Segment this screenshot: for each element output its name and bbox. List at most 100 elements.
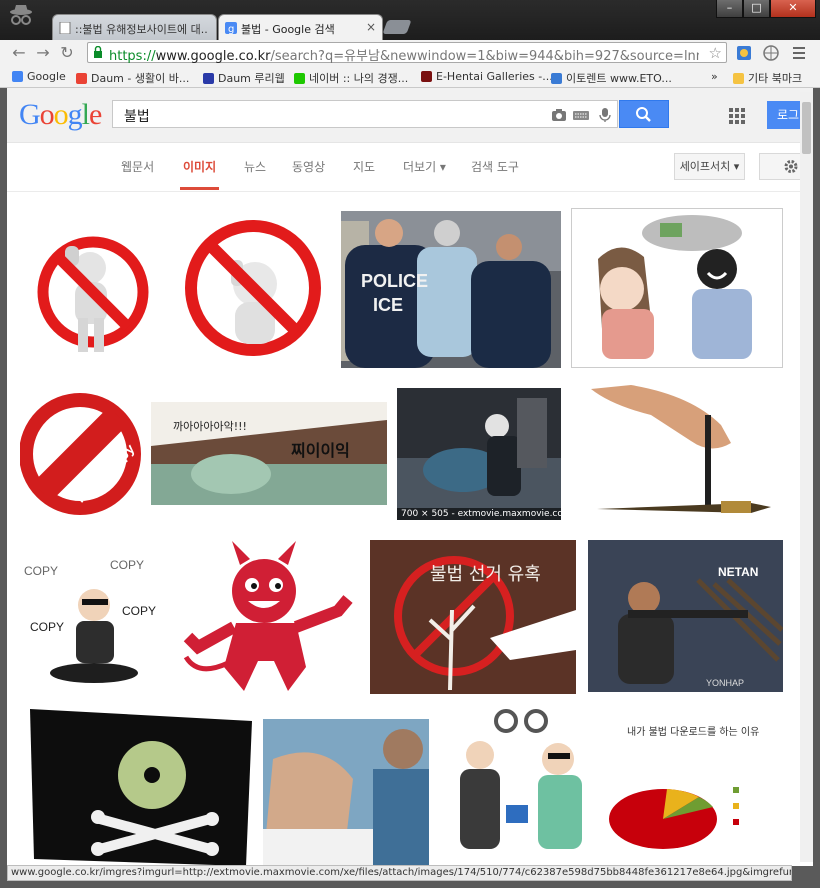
minimize-button[interactable]: – — [716, 0, 743, 18]
folder-icon — [733, 72, 744, 84]
camera-icon[interactable] — [551, 108, 567, 122]
image-result-illegal-copy[interactable]: illegal copy — [20, 388, 141, 520]
image-result-cartoon-woman[interactable] — [571, 208, 783, 368]
reload-icon[interactable]: ↻ — [58, 44, 76, 62]
lock-icon — [94, 46, 102, 58]
tab-1[interactable]: ::불법 유해정보사이트에 대.. — [52, 14, 217, 40]
knife-pen-image — [591, 385, 771, 513]
bookmark-etorrent[interactable]: 이토렌트 www.ETO... — [551, 70, 672, 86]
microphone-icon[interactable] — [597, 108, 613, 122]
bookmarks-bar: Google Daum - 생활이 바... Daum 루리웹 네이버 :: 나… — [0, 66, 820, 88]
bookmark-google[interactable]: Google — [12, 70, 66, 83]
ruliweb-bookmark-icon — [203, 72, 214, 84]
tab-search-tools[interactable]: 검색 도구 — [471, 158, 519, 175]
logo-letter: o — [39, 98, 55, 131]
ice-label: ICE — [373, 295, 403, 315]
tab-videos[interactable]: 동영상 — [292, 158, 325, 175]
url-scheme: https:// — [109, 49, 156, 64]
no-bribery-tree-image: 불법 선거 유혹 — [370, 540, 576, 694]
tab-2[interactable]: g 불법 - Google 검색 × — [218, 14, 383, 40]
police-arrest-photo: POLICE ICE — [341, 211, 561, 368]
close-tab-icon[interactable]: × — [366, 20, 376, 34]
netan-label: NETAN — [718, 565, 758, 579]
tab-1-label: ::불법 유해정보사이트에 대.. — [75, 23, 208, 36]
search-icon — [636, 107, 651, 122]
image-result-devil[interactable] — [178, 537, 357, 698]
new-tab-button[interactable] — [382, 20, 412, 34]
bookmark-naver[interactable]: 네이버 :: 나의 경쟁... — [294, 70, 408, 86]
scrollbar-thumb[interactable] — [802, 102, 811, 154]
bookmark-ruliweb[interactable]: Daum 루리웹 — [203, 70, 285, 86]
address-bar[interactable]: https://www.google.co.kr/search?q=유부남&ne… — [87, 42, 727, 64]
apps-grid-icon[interactable] — [729, 108, 745, 124]
daum-bookmark-icon — [76, 72, 87, 84]
gear-icon — [784, 160, 798, 173]
tab-web[interactable]: 웹문서 — [121, 158, 154, 175]
image-result-handcuffs[interactable] — [440, 709, 597, 866]
image-result-election-tree[interactable]: 불법 선거 유혹 — [370, 540, 576, 694]
url-path: /search?q=유부남&newwindow=1&biw=944&bih=92… — [270, 49, 699, 64]
red-devil-image — [183, 541, 353, 691]
google-logo[interactable]: Google — [19, 98, 102, 132]
tab-images[interactable]: 이미지 — [183, 158, 216, 175]
image-result-copy-cartoon[interactable]: COPY COPY COPY COPY — [20, 535, 168, 694]
active-tab-underline — [180, 187, 219, 190]
safesearch-button[interactable]: 세이프서치 ▾ — [674, 153, 745, 180]
settings-button[interactable] — [759, 153, 805, 180]
image-result-no-sign-figure-1[interactable] — [20, 208, 166, 373]
cartoon-money-image — [598, 215, 752, 359]
logo-letter: o — [53, 98, 69, 131]
back-icon[interactable]: ← — [10, 44, 28, 62]
image-result-knife-pen[interactable] — [571, 385, 783, 523]
tree-label: 불법 선거 유혹 — [430, 564, 541, 585]
search-input[interactable]: 불법 — [112, 100, 618, 128]
image-result-police-ice[interactable]: POLICE ICE — [341, 211, 561, 368]
forward-icon[interactable]: → — [34, 44, 52, 62]
copy-label: COPY — [110, 558, 144, 572]
menu-icon[interactable] — [790, 44, 808, 62]
bookmark-ehentai[interactable]: E-Hentai Galleries -... — [421, 70, 553, 83]
logo-letter: l — [81, 98, 90, 131]
image-result-download-chart[interactable]: 내가 불법 다운로드를 하는 이유 — [607, 717, 783, 866]
logo-letter: e — [89, 98, 102, 131]
url-text: https://www.google.co.kr/search?q=유부남&ne… — [109, 45, 699, 64]
prohibition-figure-image — [185, 220, 321, 356]
google-favicon-icon: g — [225, 22, 237, 34]
extension-icon[interactable] — [735, 44, 753, 62]
bookmark-label: 기타 북마크 — [748, 72, 803, 85]
maximize-button[interactable]: □ — [743, 0, 770, 18]
image-result-no-sign-figure-2[interactable] — [175, 208, 331, 373]
image-result-extmovie[interactable]: 700 × 505 - extmovie.maxmovie.com — [397, 388, 561, 520]
gun-shop-photo: NETAN YONHAP — [588, 540, 783, 692]
close-window-button[interactable]: ✕ — [770, 0, 816, 18]
bookmark-label: 네이버 :: 나의 경쟁... — [309, 72, 409, 85]
search-button[interactable] — [619, 100, 669, 128]
image-result-pirate-flag[interactable] — [20, 709, 252, 866]
svg-text:g: g — [228, 24, 234, 34]
naver-bookmark-icon — [294, 72, 305, 84]
vertical-scrollbar[interactable] — [800, 92, 813, 862]
title-bar: ::불법 유해정보사이트에 대.. g 불법 - Google 검색 × – □… — [0, 0, 820, 40]
toolbar: ← → ↻ https://www.google.co.kr/search?q=… — [0, 40, 820, 66]
keyboard-icon[interactable] — [573, 108, 589, 122]
image-result-comic[interactable]: 까아아아아악!!! 찌이이익 — [151, 402, 387, 505]
incognito-icon — [10, 5, 32, 25]
comic-shout-label: 까아아아아악!!! — [173, 420, 247, 433]
image-result-surgery[interactable] — [263, 719, 429, 866]
tab-more[interactable]: 더보기 ▾ — [403, 158, 446, 175]
browser-window: ::불법 유해정보사이트에 대.. g 불법 - Google 검색 × – □… — [0, 0, 820, 888]
surgery-photo — [263, 719, 429, 866]
bookmark-star-icon[interactable]: ☆ — [709, 44, 722, 62]
globe-icon[interactable] — [762, 44, 780, 62]
image-result-guns[interactable]: NETAN YONHAP — [588, 540, 783, 692]
bookmark-daum[interactable]: Daum - 생활이 바... — [76, 70, 189, 86]
logo-letter: G — [19, 98, 41, 131]
tab-maps[interactable]: 지도 — [353, 158, 375, 175]
page-icon — [59, 22, 71, 34]
tab-news[interactable]: 뉴스 — [244, 158, 266, 175]
copy-label: COPY — [24, 564, 58, 578]
more-bookmarks-chevron[interactable]: » — [711, 70, 718, 83]
page-content: Google 불법 로그 웹문서 이미지 뉴스 동영상 지도 더보기 ▾ 검색 … — [7, 88, 813, 866]
bookmark-other[interactable]: 기타 북마크 — [733, 70, 802, 86]
bribery-cartoon-image — [460, 709, 582, 849]
